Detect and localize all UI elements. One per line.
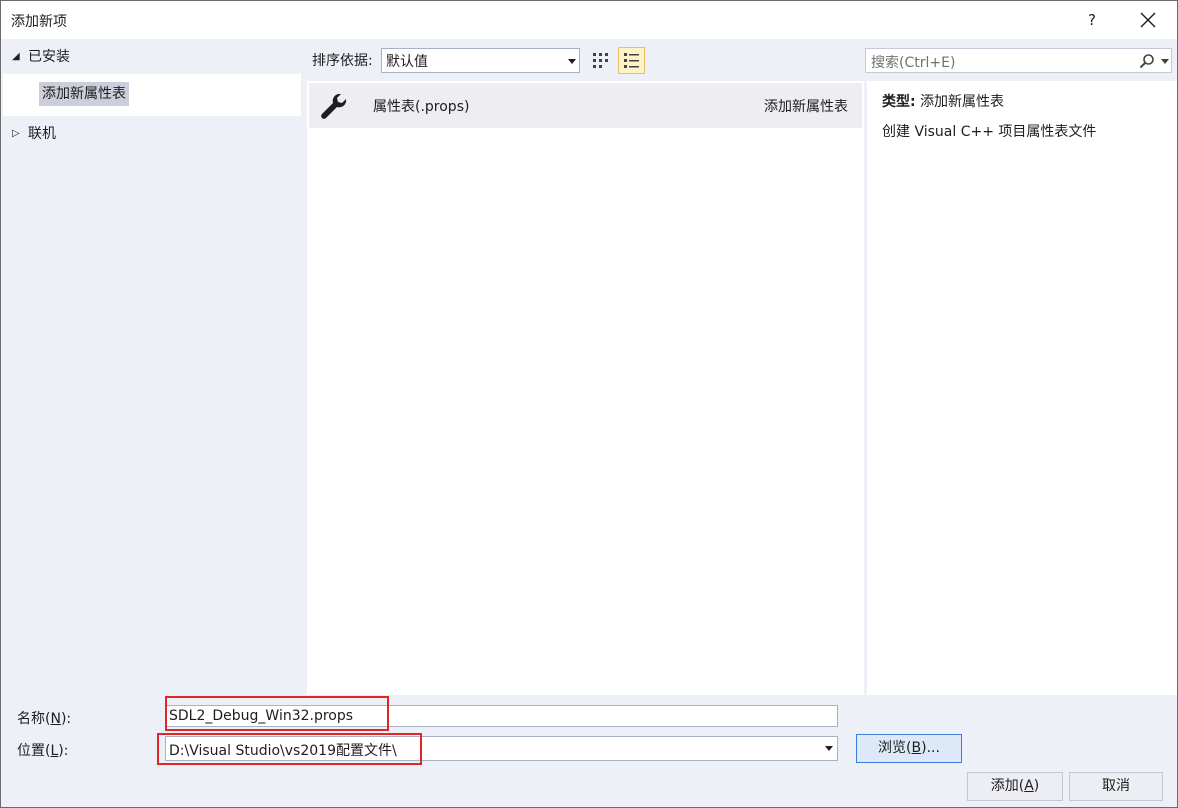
sort-value: 默认值 bbox=[386, 54, 428, 70]
search-input[interactable]: 搜索(Ctrl+E) bbox=[865, 48, 1172, 73]
location-combobox[interactable]: D:\Visual Studio\vs2019配置文件\ bbox=[165, 736, 838, 761]
grid-view-icon bbox=[593, 53, 608, 68]
name-field[interactable] bbox=[165, 705, 838, 727]
close-icon bbox=[1140, 12, 1156, 28]
add-new-item-dialog: 添加新项 ? ◢ 已安装 添加新属性表 ▷ 联机 排序依据: 默认值 搜索(Ct… bbox=[0, 0, 1178, 808]
add-button[interactable]: 添加(A) bbox=[967, 772, 1063, 801]
dialog-title: 添加新项 bbox=[11, 14, 67, 30]
expanded-triangle-icon: ◢ bbox=[12, 51, 20, 62]
search-icon bbox=[1139, 54, 1154, 69]
list-item-name: 属性表(.props) bbox=[373, 99, 470, 115]
details-pane: 类型: 添加新属性表 创建 Visual C++ 项目属性表文件 bbox=[867, 81, 1177, 695]
chevron-down-icon[interactable] bbox=[825, 746, 833, 751]
wrench-icon bbox=[321, 93, 347, 119]
tree-node-installed-label: 已安装 bbox=[28, 49, 70, 65]
list-view-button[interactable] bbox=[618, 47, 645, 74]
chevron-down-icon bbox=[568, 59, 576, 64]
help-button[interactable]: ? bbox=[1077, 5, 1107, 35]
detail-type: 类型: 添加新属性表 bbox=[882, 91, 1004, 111]
title-bar: 添加新项 ? bbox=[1, 1, 1177, 39]
list-item[interactable]: 属性表(.props) 添加新属性表 bbox=[309, 83, 862, 128]
list-item-type: 添加新属性表 bbox=[764, 99, 848, 115]
tree-selection-row[interactable]: 添加新属性表 bbox=[3, 74, 301, 116]
tree-node-online[interactable]: ▷ 联机 bbox=[2, 122, 302, 146]
cancel-button[interactable]: 取消 bbox=[1069, 772, 1163, 801]
name-label: 名称(N): bbox=[17, 711, 72, 727]
location-label: 位置(L): bbox=[17, 743, 69, 759]
detail-description: 创建 Visual C++ 项目属性表文件 bbox=[882, 124, 1097, 140]
search-options-chevron-icon[interactable] bbox=[1161, 59, 1169, 64]
list-view-icon bbox=[624, 53, 639, 68]
close-button[interactable] bbox=[1131, 5, 1165, 35]
tree-node-online-label: 联机 bbox=[28, 126, 56, 142]
location-value: D:\Visual Studio\vs2019配置文件\ bbox=[169, 743, 397, 759]
browse-button[interactable]: 浏览(B)... bbox=[856, 734, 962, 763]
category-tree: ◢ 已安装 添加新属性表 ▷ 联机 bbox=[2, 39, 305, 695]
tree-node-installed[interactable]: ◢ 已安装 bbox=[2, 45, 302, 69]
detail-type-value: 添加新属性表 bbox=[920, 94, 1005, 110]
sort-label: 排序依据: bbox=[312, 53, 373, 69]
template-list: 属性表(.props) 添加新属性表 bbox=[307, 81, 864, 695]
detail-type-label: 类型: bbox=[882, 94, 916, 110]
search-placeholder: 搜索(Ctrl+E) bbox=[871, 55, 956, 71]
small-icons-view-button[interactable] bbox=[587, 47, 614, 74]
sort-dropdown[interactable]: 默认值 bbox=[381, 48, 580, 73]
collapsed-triangle-icon: ▷ bbox=[12, 128, 20, 139]
tree-node-add-property-sheet[interactable]: 添加新属性表 bbox=[39, 82, 129, 106]
